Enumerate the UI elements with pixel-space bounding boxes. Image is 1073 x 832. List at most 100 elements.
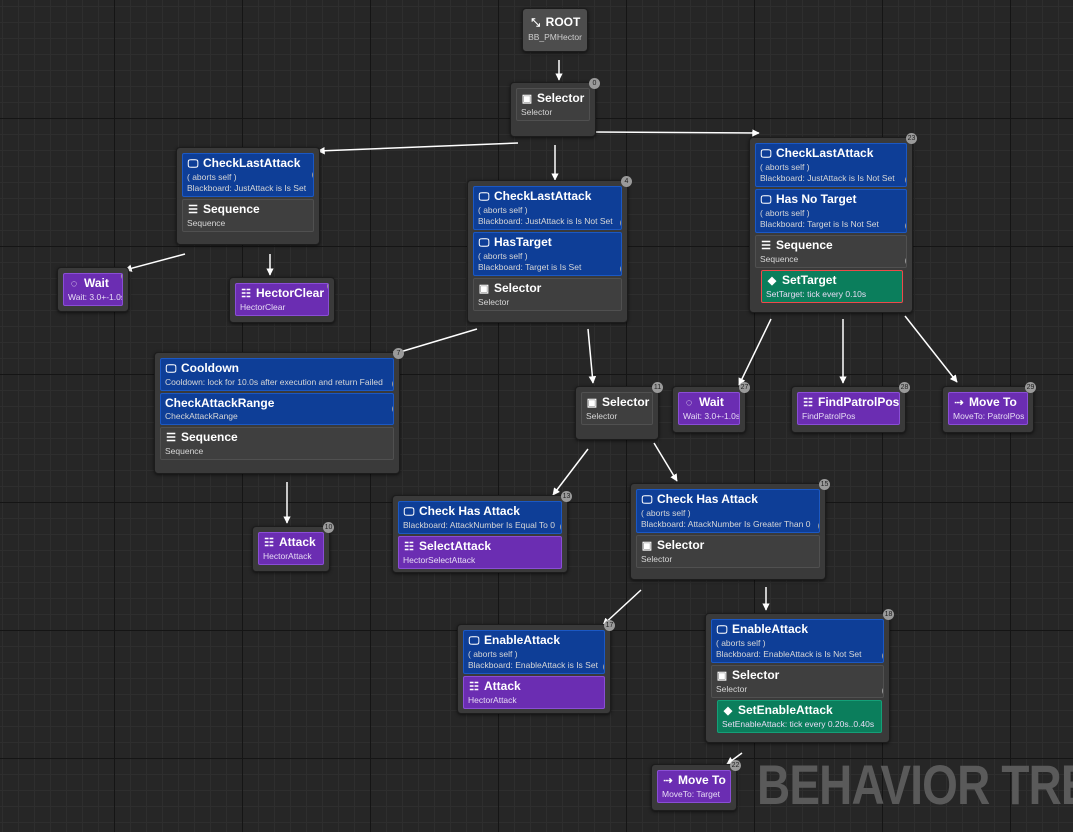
selector-node-2[interactable]: 11 ▣ Selector Selector bbox=[575, 382, 663, 440]
find-patrol-pos-task-node[interactable]: 28 ☷ FindPatrolPos FindPatrolPos bbox=[791, 382, 910, 433]
enable-attack-decorator[interactable]: 🖵 EnableAttack ( aborts self ) Blackboard… bbox=[463, 630, 605, 674]
attack-task[interactable]: ☷ Attack HectorAttack bbox=[463, 676, 605, 709]
composite-subtitle: Selector bbox=[641, 554, 673, 564]
check-last-attack-sequence-node[interactable]: 🖵 CheckLastAttack ( aborts self ) Blackbo… bbox=[176, 147, 320, 245]
wait-task-node-2[interactable]: 27 ◌ Wait Wait: 3.0+-1.0s bbox=[672, 382, 750, 433]
decorator-subtitle: Cooldown: lock for 10.0s after execution… bbox=[165, 377, 383, 387]
composite-subtitle: Selector bbox=[586, 411, 618, 421]
task-subtitle: MoveTo: Target bbox=[662, 789, 720, 799]
decorator-aborts: ( aborts self ) bbox=[716, 638, 766, 648]
node-index-badge: 4 bbox=[621, 176, 632, 187]
selector-node-0[interactable]: 0 ▣ Selector Selector bbox=[510, 78, 600, 137]
monitor-icon: 🖵 bbox=[187, 158, 199, 170]
selector-composite[interactable]: ▣ Selector Selector bbox=[473, 278, 622, 311]
enable-attack-decorator[interactable]: 🖵 EnableAttack ( aborts self ) Blackboard… bbox=[711, 619, 884, 663]
cooldown-sequence-node[interactable]: 7 🖵 Cooldown Cooldown: lock for 10.0s aft… bbox=[154, 348, 404, 474]
check-last-attack-has-no-target-node[interactable]: 23 🖵 CheckLastAttack ( aborts self ) Blac… bbox=[749, 133, 917, 313]
composite-subtitle: Selector bbox=[478, 297, 510, 307]
hector-clear-task-node[interactable]: ☷ HectorClear HectorClear 3 bbox=[229, 277, 335, 323]
node-index-badge: 17 bbox=[604, 620, 615, 631]
service-subtitle: SetTarget: tick every 0.10s bbox=[766, 289, 867, 299]
decorator-aborts: ( aborts self ) bbox=[478, 251, 528, 261]
check-has-attack-decorator[interactable]: 🖵 Check Has Attack ( aborts self ) Blackb… bbox=[636, 489, 820, 533]
service-subtitle: SetEnableAttack: tick every 0.20s..0.40s bbox=[722, 719, 875, 729]
check-has-attack-select-node[interactable]: 13 🖵 Check Has Attack Blackboard: AttackN… bbox=[392, 491, 572, 573]
check-has-attack-decorator[interactable]: 🖵 Check Has Attack Blackboard: AttackNumb… bbox=[398, 501, 562, 534]
root-node[interactable]: ⤡ ROOT BB_PMHector bbox=[522, 8, 588, 52]
monitor-icon: 🖵 bbox=[478, 191, 490, 203]
move-to-task-node-1[interactable]: 29 ⇢ Move To MoveTo: PatrolPos bbox=[942, 382, 1036, 433]
set-target-service[interactable]: ◆ SetTarget SetTarget: tick every 0.10s bbox=[761, 270, 903, 303]
move-to-task[interactable]: ⇢ Move To MoveTo: Target bbox=[657, 770, 731, 803]
selector-composite[interactable]: ▣ Selector Selector bbox=[516, 88, 590, 121]
composite-title: Selector bbox=[602, 395, 650, 409]
wire bbox=[653, 442, 678, 482]
decorator-subtitle: Blackboard: JustAttack is Is Set bbox=[187, 183, 307, 193]
selector-composite[interactable]: ▣ Selector Selector bbox=[636, 535, 820, 568]
decorator-subtitle: Blackboard: Target is Is Not Set bbox=[760, 219, 879, 229]
decorator-title: Check Has Attack bbox=[657, 492, 758, 506]
move-to-task-node-2[interactable]: 22 ⇢ Move To MoveTo: Target bbox=[651, 760, 741, 811]
monitor-icon: 🖵 bbox=[478, 237, 490, 249]
node-index-badge: 5 bbox=[620, 218, 621, 228]
attack-task[interactable]: ☷ Attack HectorAttack bbox=[258, 532, 324, 565]
composite-title: Selector bbox=[732, 668, 780, 682]
decorator-subtitle: Blackboard: Target is Is Set bbox=[478, 262, 582, 272]
node-index-badge: 21 bbox=[882, 686, 883, 696]
selector-composite[interactable]: ▣ Selector Selector bbox=[581, 392, 653, 425]
wire bbox=[317, 142, 519, 155]
node-index-badge: 28 bbox=[899, 382, 910, 393]
decorator-aborts: ( aborts self ) bbox=[760, 162, 810, 172]
node-index-badge: 10 bbox=[323, 522, 334, 533]
decorator-title: Check Has Attack bbox=[419, 504, 520, 518]
decorator-aborts: ( aborts self ) bbox=[478, 205, 528, 215]
hector-clear-task[interactable]: ☷ HectorClear HectorClear 3 bbox=[235, 283, 329, 316]
selector-composite[interactable]: ▣ Selector Selector 21 bbox=[711, 665, 884, 698]
sequence-composite[interactable]: ☰ Sequence Sequence bbox=[160, 427, 394, 460]
check-attack-range-decorator[interactable]: CheckAttackRange CheckAttackRange 9 bbox=[160, 393, 394, 425]
spinner-icon: ◌ bbox=[70, 278, 78, 290]
attack-task-node-1[interactable]: 10 ☷ Attack HectorAttack bbox=[252, 522, 334, 572]
check-last-attack-decorator[interactable]: 🖵 CheckLastAttack ( aborts self ) Blackbo… bbox=[755, 143, 907, 187]
composite-title: Selector bbox=[494, 281, 542, 295]
task-list-icon: ☷ bbox=[404, 541, 414, 553]
composite-subtitle: Sequence bbox=[760, 254, 799, 264]
wait-task[interactable]: ◌ Wait Wait: 3.0+-1.0s 2 bbox=[63, 273, 123, 306]
task-subtitle: FindPatrolPos bbox=[802, 411, 856, 421]
set-enable-attack-service[interactable]: ◆ SetEnableAttack SetEnableAttack: tick e… bbox=[717, 700, 882, 733]
check-has-attack-selector-node[interactable]: 15 🖵 Check Has Attack ( aborts self ) Bla… bbox=[630, 479, 830, 580]
decorator-title: Has No Target bbox=[776, 192, 857, 206]
sequence-composite[interactable]: ☰ Sequence Sequence bbox=[182, 199, 314, 232]
monitor-icon: 🖵 bbox=[403, 506, 415, 518]
service-icon: ◆ bbox=[723, 705, 733, 717]
select-attack-task[interactable]: ☷ SelectAttack HectorSelectAttack bbox=[398, 536, 562, 569]
node-index-badge: 18 bbox=[883, 609, 894, 620]
move-to-task[interactable]: ⇢ Move To MoveTo: PatrolPos bbox=[948, 392, 1028, 425]
composite-title: Selector bbox=[537, 91, 585, 105]
cooldown-decorator[interactable]: 🖵 Cooldown Cooldown: lock for 10.0s after… bbox=[160, 358, 394, 391]
find-patrol-pos-task[interactable]: ☷ FindPatrolPos FindPatrolPos bbox=[797, 392, 900, 425]
check-last-attack-decorator[interactable]: 🖵 CheckLastAttack ( aborts self ) Blackbo… bbox=[182, 153, 314, 197]
decorator-subtitle: Blackboard: AttackNumber Is Greater Than… bbox=[641, 519, 811, 529]
node-index-badge: 9 bbox=[392, 404, 393, 414]
enable-attack-selector-node[interactable]: 18 🖵 EnableAttack ( aborts self ) Blackbo… bbox=[705, 609, 894, 743]
behavior-tree-watermark: BEHAVIOR TREE bbox=[757, 753, 1073, 816]
wait-task-node-1[interactable]: ◌ Wait Wait: 3.0+-1.0s 2 bbox=[57, 267, 129, 312]
composite-title: Selector bbox=[657, 538, 705, 552]
decorator-aborts: ( aborts self ) bbox=[468, 649, 518, 659]
sequence-composite[interactable]: ☰ Sequence Sequence 26 bbox=[755, 235, 907, 268]
task-title: Wait bbox=[84, 276, 109, 290]
check-last-attack-has-target-node[interactable]: 🖵 CheckLastAttack ( aborts self ) Blackbo… bbox=[467, 176, 632, 323]
task-list-icon: ☷ bbox=[469, 681, 479, 693]
has-no-target-decorator[interactable]: 🖵 Has No Target ( aborts self ) Blackboar… bbox=[755, 189, 907, 233]
enable-attack-attack-node[interactable]: 17 🖵 EnableAttack ( aborts self ) Blackbo… bbox=[457, 620, 615, 714]
decorator-subtitle: Blackboard: JustAttack is Is Not Set bbox=[760, 173, 895, 183]
node-index-badge: 1 bbox=[312, 170, 313, 180]
selector-box-icon: ▣ bbox=[521, 93, 533, 105]
task-title: FindPatrolPos bbox=[818, 395, 900, 409]
wait-task[interactable]: ◌ Wait Wait: 3.0+-1.0s bbox=[678, 392, 740, 425]
composite-subtitle: Selector bbox=[521, 107, 553, 117]
wire bbox=[124, 253, 186, 272]
has-target-decorator[interactable]: 🖵 HasTarget ( aborts self ) Blackboard: T… bbox=[473, 232, 622, 276]
check-last-attack-decorator[interactable]: 🖵 CheckLastAttack ( aborts self ) Blackbo… bbox=[473, 186, 622, 230]
